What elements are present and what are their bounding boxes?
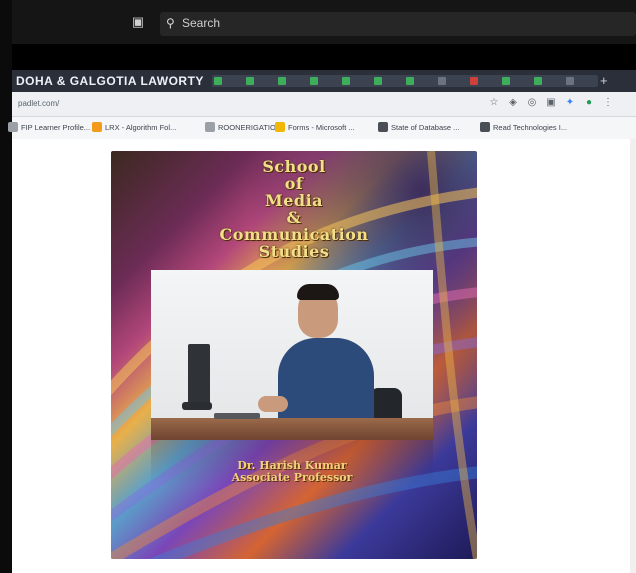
monitor-stand <box>182 402 212 410</box>
tab-favicon-icon <box>342 77 350 85</box>
copilot-icon[interactable]: ▣ <box>130 14 146 30</box>
search-label: Search <box>182 16 221 30</box>
keyboard <box>214 413 260 419</box>
tab-favicon-icon <box>470 77 478 85</box>
browser-tab[interactable] <box>500 75 534 87</box>
bookmark-favicon-icon <box>378 122 388 132</box>
bookmark-item[interactable]: LRX - Algorithm Fol... <box>92 122 176 132</box>
poster-title-line: of <box>284 174 304 193</box>
person-hands <box>258 396 288 412</box>
browser-tab[interactable] <box>436 75 470 87</box>
puzzle-icon[interactable]: ✦ <box>564 97 576 109</box>
bookmark-favicon-icon <box>205 122 215 132</box>
bookmark-label: Forms - Microsoft ... <box>288 123 355 132</box>
browser-tab[interactable] <box>404 75 438 87</box>
tab-favicon-icon <box>502 77 510 85</box>
monitor-icon <box>188 344 210 404</box>
tab-favicon-icon <box>246 77 254 85</box>
shield-icon[interactable]: ◈ <box>507 97 519 109</box>
bookmark-favicon-icon <box>275 122 285 132</box>
poster-title: School of Media & Communication Studies <box>111 158 477 260</box>
bookmark-favicon-icon <box>92 122 102 132</box>
poster-title-line: & <box>286 208 302 227</box>
person-body <box>278 338 374 428</box>
bookmark-label: ROONERIGATION <box>218 123 282 132</box>
address-bar[interactable] <box>12 92 636 117</box>
scrollbar[interactable] <box>630 139 636 573</box>
tab-active-title[interactable]: DOHA & GALGOTIA LAWORTY <box>16 74 204 88</box>
bookmark-item[interactable]: Read Technologies I... <box>480 122 567 132</box>
browser-tab[interactable] <box>468 75 502 87</box>
poster-title-line: Studies <box>258 242 330 261</box>
person-hair <box>297 284 339 300</box>
bookmark-label: State of Database ... <box>391 123 460 132</box>
browser-tab[interactable] <box>244 75 278 87</box>
tab-favicon-icon <box>214 77 222 85</box>
bookmark-label: Read Technologies I... <box>493 123 568 132</box>
star-icon[interactable]: ☆ <box>488 97 500 109</box>
desk <box>151 418 433 440</box>
bookmark-label: FIP Learner Profile... <box>21 123 91 132</box>
bookmark-item[interactable]: ROONERIGATION <box>205 122 281 132</box>
tab-favicon-icon <box>374 77 382 85</box>
browser-tab[interactable] <box>212 75 246 87</box>
extensions-icon[interactable]: ◎ <box>526 97 538 109</box>
browser-tab[interactable] <box>564 75 598 87</box>
bookmark-item[interactable]: State of Database ... <box>378 122 459 132</box>
browser-tab[interactable] <box>340 75 374 87</box>
url-text[interactable]: padlet.com/ <box>18 99 59 108</box>
poster-title-line: School <box>262 157 326 176</box>
new-tab-icon[interactable]: + <box>600 73 608 88</box>
search-input[interactable] <box>160 12 636 36</box>
bookmark-favicon-icon <box>480 122 490 132</box>
browser-tab[interactable] <box>308 75 342 87</box>
tab-favicon-icon <box>534 77 542 85</box>
screen-left-edge <box>0 0 12 573</box>
browser-tab[interactable] <box>276 75 310 87</box>
tab-favicon-icon <box>406 77 414 85</box>
bookmark-item[interactable]: Forms - Microsoft ... <box>275 122 355 132</box>
bookmark-item[interactable]: FIP Learner Profile... <box>8 122 90 132</box>
sidebar-icon[interactable]: ▣ <box>545 97 557 109</box>
tab-favicon-icon <box>566 77 574 85</box>
poster-title-line: Media <box>264 191 324 210</box>
browser-tab[interactable] <box>372 75 406 87</box>
tab-favicon-icon <box>438 77 446 85</box>
bookmark-favicon-icon <box>8 122 18 132</box>
tab-favicon-icon <box>310 77 318 85</box>
black-band <box>12 44 636 70</box>
menu-icon[interactable]: ⋮ <box>602 97 614 109</box>
profile-icon[interactable]: ● <box>583 97 595 109</box>
poster-title-line: Communication <box>219 225 369 244</box>
caption-role: Associate Professor <box>231 471 353 484</box>
bookmark-label: LRX - Algorithm Fol... <box>105 123 177 132</box>
tab-favicon-icon <box>278 77 286 85</box>
browser-tab[interactable] <box>532 75 566 87</box>
search-icon: ⚲ <box>166 16 175 30</box>
